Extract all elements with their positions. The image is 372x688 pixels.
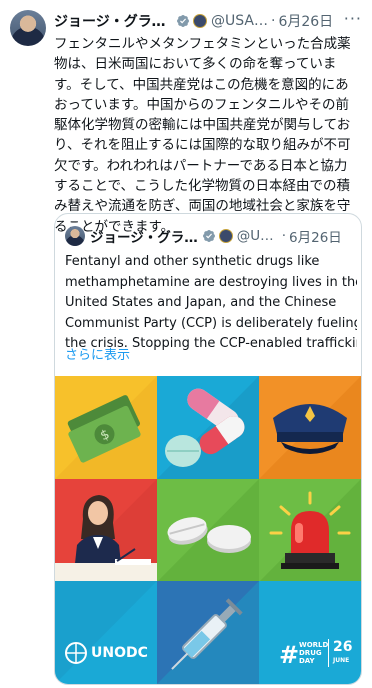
tweet-text: フェンタニルやメタンフェタミンといった合成薬物は、日米両国において多くの命を奪っ… [54, 36, 351, 235]
quoted-tweet-text: Fentanyl and other synthetic drugs like … [65, 252, 357, 355]
tweet-date[interactable]: 6月26日 [278, 11, 333, 31]
tweet-header: ジョージ・グラス… @USA… · 6月26日 ··· [54, 9, 362, 31]
pills-tile [157, 376, 259, 479]
unodc-tile: UNODC [55, 581, 157, 684]
verified-badge-icon [177, 15, 189, 27]
syringe-icon [157, 581, 259, 684]
money-tile: $ [55, 376, 157, 479]
quoted-tweet-date[interactable]: 6月26日 [289, 226, 342, 246]
quoted-text-line: United States and Japan, and the Chinese [65, 295, 337, 310]
money-icon: $ [55, 376, 157, 479]
wdd-month: JUNE [333, 657, 350, 665]
wdd-line: DAY [299, 657, 315, 666]
businesswoman-icon [55, 478, 157, 582]
siren-tile [259, 478, 361, 582]
syringe-tile [157, 581, 259, 684]
hashtag-icon: # [279, 641, 300, 670]
government-seal-icon [193, 14, 207, 28]
quoted-tweet-card[interactable]: ジョージ・グラ… @US… · 6月26日 Fentanyl and other… [54, 213, 362, 685]
unodc-logo [55, 581, 157, 684]
unodc-label: UNODC [91, 645, 148, 662]
businesswoman-tile [55, 478, 157, 582]
quoted-author-handle[interactable]: @US… [237, 228, 279, 244]
world-drug-day-image[interactable]: $ UNODC # WORLD DRUG DAY 26 JUNE [55, 376, 361, 684]
quoted-text-line: Fentanyl and other synthetic drugs like [65, 254, 320, 269]
quoted-author-display-name[interactable]: ジョージ・グラ… [90, 226, 198, 246]
government-seal-icon [218, 229, 233, 243]
show-more-link[interactable]: さらに表示 [65, 344, 130, 363]
author-display-name[interactable]: ジョージ・グラス… [54, 11, 172, 31]
author-avatar[interactable] [10, 10, 46, 46]
quoted-text-line: Communist Party (CCP) is deliberately fu… [65, 315, 357, 331]
world-drug-day-tile: # WORLD DRUG DAY 26 JUNE [259, 581, 361, 684]
police-cap-tile [259, 376, 361, 479]
world-drug-day-label: WORLD DRUG DAY [299, 641, 328, 665]
wdd-line: DRUG [299, 649, 322, 658]
quoted-author-avatar[interactable] [65, 226, 85, 246]
verified-badge-icon [202, 230, 215, 242]
wdd-date: 26 [333, 639, 353, 656]
separator-dot: · [281, 228, 287, 244]
quoted-tweet-header: ジョージ・グラ… @US… · 6月26日 [65, 225, 353, 247]
tablets-tile [157, 478, 259, 582]
quoted-text-line: methamphetamine are destroying lives in … [65, 274, 357, 290]
more-options-icon[interactable]: ··· [344, 9, 362, 28]
tablets-icon [157, 478, 259, 582]
divider [328, 639, 329, 668]
siren-icon [259, 478, 361, 582]
pills-icon [157, 376, 259, 479]
author-handle[interactable]: @USA… [211, 13, 268, 29]
wdd-line: WORLD [299, 641, 329, 650]
separator-dot: · [270, 13, 276, 29]
police-cap-icon [259, 376, 361, 479]
